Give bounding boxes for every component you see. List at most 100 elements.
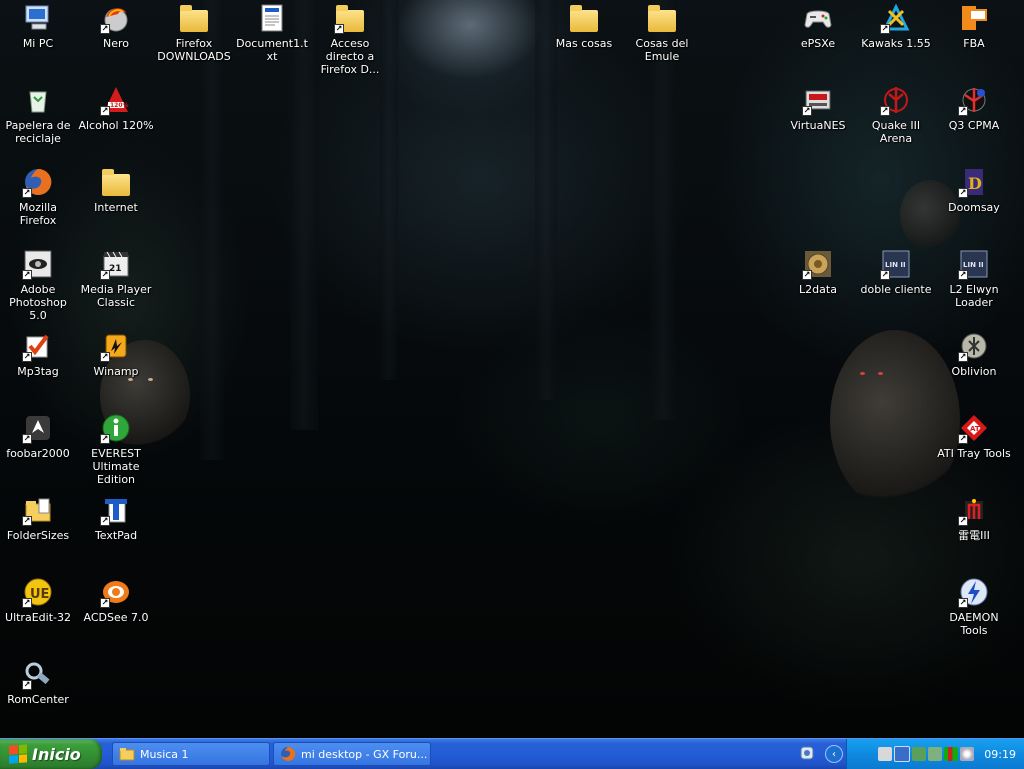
shortcut-arrow-icon: ↗ bbox=[100, 24, 110, 34]
clock[interactable]: 09:19 bbox=[984, 748, 1016, 761]
desktop-shortcut-foldersizes[interactable]: ↗ FolderSizes bbox=[0, 494, 76, 542]
start-button[interactable]: Inicio bbox=[0, 739, 102, 769]
shortcut-arrow-icon: ↗ bbox=[958, 188, 968, 198]
desktop-shortcut-quake-iii-arena[interactable]: ↗ Quake III Arena bbox=[858, 84, 934, 145]
everest-icon: ↗ bbox=[100, 412, 132, 444]
taskbar-item-firefox[interactable]: mi desktop - GX Foru... bbox=[273, 742, 431, 766]
wallpaper-creature-eye bbox=[128, 378, 133, 381]
shortcut-arrow-icon: ↗ bbox=[958, 434, 968, 444]
mp3tag-icon: ↗ bbox=[22, 330, 54, 362]
desktop-shortcut-mozilla-firefox[interactable]: ↗ Mozilla Firefox bbox=[0, 166, 76, 227]
desktop-shortcut-document1-txt[interactable]: Document1.txt bbox=[234, 2, 310, 63]
acdsee-icon: ↗ bbox=[100, 576, 132, 608]
l2data-icon: ↗ bbox=[802, 248, 834, 280]
firefox-icon: ↗ bbox=[22, 166, 54, 198]
desktop-icon-label: Quake III Arena bbox=[871, 119, 921, 145]
desktop-shortcut-iii[interactable]: ↗ 雷電III bbox=[936, 494, 1012, 542]
shortcut-arrow-icon: ↗ bbox=[22, 516, 32, 526]
desktop-shortcut-epsxe[interactable]: ePSXe bbox=[780, 2, 856, 50]
desktop-icon-label: Mas cosas bbox=[555, 37, 613, 50]
desktop-shortcut-kawaks-1-55[interactable]: ↗ Kawaks 1.55 bbox=[858, 2, 934, 50]
desktop-shortcut-adobe-photoshop-5-0[interactable]: ↗ Adobe Photoshop 5.0 bbox=[0, 248, 76, 322]
svg-text:ATI: ATI bbox=[970, 425, 982, 433]
network-tray-icon[interactable] bbox=[894, 746, 911, 762]
meter-tray-icon[interactable] bbox=[944, 747, 959, 761]
desktop-shortcut-oblivion[interactable]: ↗ Oblivion bbox=[936, 330, 1012, 378]
winamp-tray-icon[interactable] bbox=[878, 747, 893, 761]
quake-icon: ↗ bbox=[880, 84, 912, 116]
shortcut-arrow-icon: ↗ bbox=[22, 680, 32, 690]
desktop-shortcut-q3-cpma[interactable]: ↗ Q3 CPMA bbox=[936, 84, 1012, 132]
desktop-shortcut-winamp[interactable]: ↗ Winamp bbox=[78, 330, 154, 378]
desktop-shortcut-alcohol-120[interactable]: 120% ↗ Alcohol 120% bbox=[78, 84, 154, 132]
desktop-shortcut-foobar2000[interactable]: ↗ foobar2000 bbox=[0, 412, 76, 460]
oblivion-icon: ↗ bbox=[958, 330, 990, 362]
desktop-icon-label: DAEMON Tools bbox=[949, 611, 999, 637]
desktop-shortcut-nero[interactable]: ↗ Nero bbox=[78, 2, 154, 50]
desktop-icon-label: Oblivion bbox=[951, 365, 997, 378]
desktop-icon-label: UltraEdit-32 bbox=[5, 611, 71, 624]
shortcut-arrow-icon: ↗ bbox=[802, 106, 812, 116]
computer-icon bbox=[22, 2, 54, 34]
shortcut-arrow-icon: ↗ bbox=[802, 270, 812, 280]
shortcut-arrow-icon: ↗ bbox=[880, 24, 890, 34]
tray-expand-icon[interactable]: ‹ bbox=[825, 745, 843, 763]
desktop-icon-label: ATI Tray Tools bbox=[937, 447, 1011, 460]
shortcut-arrow-icon: ↗ bbox=[100, 352, 110, 362]
wallpaper-tree bbox=[535, 0, 557, 400]
desktop-shortcut-mi-pc[interactable]: Mi PC bbox=[0, 2, 76, 50]
desktop-shortcut-media-player-classic[interactable]: 21 ↗ Media Player Classic bbox=[78, 248, 154, 309]
winamp-icon: ↗ bbox=[100, 330, 132, 362]
desktop-shortcut-acdsee-7-0[interactable]: ↗ ACDSee 7.0 bbox=[78, 576, 154, 624]
desktop-icon-label: Acceso directo a Firefox D... bbox=[320, 37, 380, 76]
shortcut-arrow-icon: ↗ bbox=[22, 598, 32, 608]
daemon-tray-icon[interactable] bbox=[960, 747, 975, 761]
desktop-shortcut-mp3tag[interactable]: ↗ Mp3tag bbox=[0, 330, 76, 378]
shortcut-arrow-icon: ↗ bbox=[958, 598, 968, 608]
desktop-shortcut-internet[interactable]: Internet bbox=[78, 166, 154, 214]
taskbar: Inicio Musica 1 mi desktop - GX Foru... … bbox=[0, 738, 1024, 769]
desktop-icon-label: Winamp bbox=[93, 365, 139, 378]
desktop-shortcut-doble-cliente[interactable]: LIN II ↗ doble cliente bbox=[858, 248, 934, 296]
desktop-shortcut-cosas-del-emule[interactable]: Cosas del Emule bbox=[624, 2, 700, 63]
folder-icon bbox=[100, 166, 132, 198]
svg-text:LIN II: LIN II bbox=[963, 261, 984, 269]
wallpaper-creature-eye bbox=[860, 372, 865, 375]
desktop-shortcut-romcenter[interactable]: ↗ RomCenter bbox=[0, 658, 76, 706]
desktop-shortcut-fba[interactable]: FBA bbox=[936, 2, 1012, 50]
desktop-icon-label: 雷電III bbox=[958, 529, 990, 542]
nes-icon: ↗ bbox=[802, 84, 834, 116]
desktop-shortcut-l2-elwyn-loader[interactable]: LIN II ↗ L2 Elwyn Loader bbox=[936, 248, 1012, 309]
foobar-icon: ↗ bbox=[22, 412, 54, 444]
desktop-shortcut-ultraedit-32[interactable]: UE ↗ UltraEdit-32 bbox=[0, 576, 76, 624]
desktop-shortcut-daemon-tools[interactable]: ↗ DAEMON Tools bbox=[936, 576, 1012, 637]
desktop-shortcut-textpad[interactable]: ↗ TextPad bbox=[78, 494, 154, 542]
desktop-shortcut-l2data[interactable]: ↗ L2data bbox=[780, 248, 856, 296]
desktop-icon-label: Kawaks 1.55 bbox=[861, 37, 931, 50]
desktop-shortcut-everest-ultimate-edition[interactable]: ↗ EVEREST Ultimate Edition bbox=[78, 412, 154, 486]
nero-icon: ↗ bbox=[100, 2, 132, 34]
desktop-shortcut-papelera-de-reciclaje[interactable]: Papelera de reciclaje bbox=[0, 84, 76, 145]
daemon-tools-icon: ↗ bbox=[958, 576, 990, 608]
photoshop-icon: ↗ bbox=[22, 248, 54, 280]
wallpaper-tree bbox=[200, 0, 224, 460]
q3cpma-icon: ↗ bbox=[958, 84, 990, 116]
desktop-shortcut-firefox-downloads[interactable]: Firefox DOWNLOADS bbox=[156, 2, 232, 63]
folder-icon bbox=[119, 748, 135, 761]
desktop-shortcut-virtuanes[interactable]: ↗ VirtuaNES bbox=[780, 84, 856, 132]
shortcut-arrow-icon: ↗ bbox=[334, 24, 344, 34]
desktop-shortcut-mas-cosas[interactable]: Mas cosas bbox=[546, 2, 622, 50]
shortcut-arrow-icon: ↗ bbox=[100, 106, 110, 116]
desktop-icon-label: Document1.txt bbox=[236, 37, 308, 63]
wallpaper-creature-eye bbox=[878, 372, 883, 375]
desktop-shortcut-doomsay[interactable]: D ↗ Doomsay bbox=[936, 166, 1012, 214]
users2-tray-icon[interactable] bbox=[928, 747, 943, 761]
network-icon[interactable] bbox=[799, 745, 815, 761]
taskbar-item-musica[interactable]: Musica 1 bbox=[112, 742, 270, 766]
desktop-shortcut-acceso-directo-a-firefox-d[interactable]: ↗ Acceso directo a Firefox D... bbox=[312, 2, 388, 76]
desktop-icon-label: Papelera de reciclaje bbox=[5, 119, 71, 145]
shortcut-arrow-icon: ↗ bbox=[100, 434, 110, 444]
desktop-icon-label: TextPad bbox=[94, 529, 138, 542]
desktop-shortcut-ati-tray-tools[interactable]: ATI ↗ ATI Tray Tools bbox=[936, 412, 1012, 460]
users-tray-icon[interactable] bbox=[912, 747, 927, 761]
